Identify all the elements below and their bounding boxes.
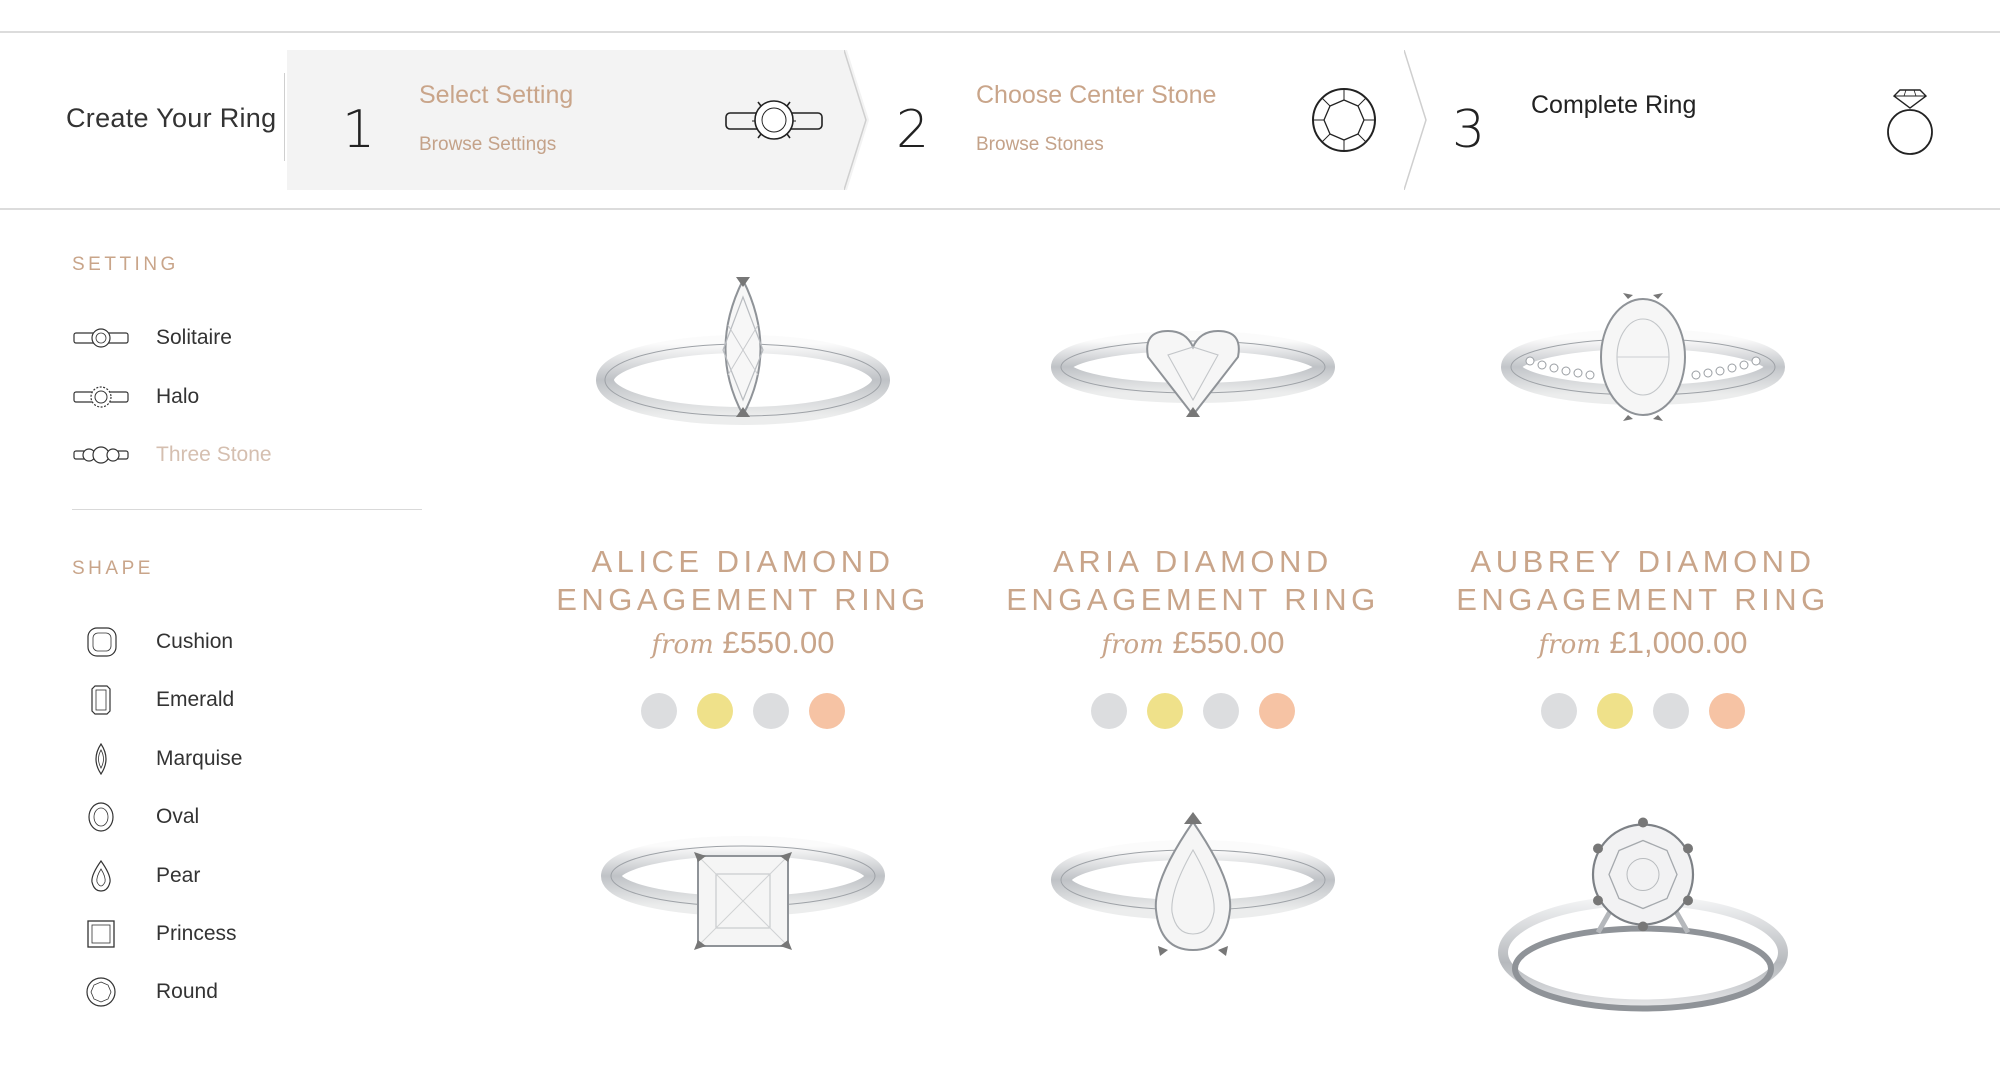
filter-shape-oval[interactable]: Oval	[72, 797, 402, 837]
price-prefix: from	[651, 630, 714, 660]
step-chevron-icon	[844, 50, 869, 190]
step-chevron-icon	[1404, 50, 1427, 190]
cushion-icon	[87, 627, 117, 657]
builder-title: Create Your Ring	[66, 103, 277, 133]
product-card[interactable]: ARIA DIAMOND ENGAGEMENT RING from £550.0…	[978, 275, 1408, 745]
filter-label: Princess	[156, 922, 237, 945]
filter-setting-halo[interactable]: Halo	[72, 377, 402, 417]
product-card[interactable]	[1428, 795, 1858, 1070]
setting-heading: SETTING	[72, 254, 179, 275]
filter-label: Pear	[156, 864, 201, 887]
filter-label: Round	[156, 980, 218, 1003]
filter-shape-cushion[interactable]: Cushion	[72, 622, 402, 662]
product-name-line: ENGAGEMENT RING	[1456, 582, 1830, 617]
product-card[interactable]	[978, 810, 1408, 1070]
round-diamond-icon	[1312, 88, 1376, 152]
filter-label: Solitaire	[156, 326, 232, 349]
swatch-rose-gold[interactable]	[1709, 693, 1745, 729]
swatch-white-gold[interactable]	[753, 693, 789, 729]
price-prefix: from	[1101, 630, 1164, 660]
three-stone-icon	[73, 446, 129, 464]
swatch-platinum[interactable]	[1541, 693, 1577, 729]
product-name-line: AUBREY DIAMOND	[1470, 544, 1816, 579]
step-complete-ring[interactable]: 3 Complete Ring	[1430, 50, 1960, 190]
product-card[interactable]: ALICE DIAMOND ENGAGEMENT RING from £550.…	[528, 275, 958, 745]
builder-divider	[284, 73, 285, 161]
filter-setting-three-stone[interactable]: Three Stone	[72, 435, 402, 475]
product-name[interactable]: AUBREY DIAMOND ENGAGEMENT RING	[1428, 543, 1858, 619]
product-image	[1498, 817, 1788, 1012]
product-price: from £550.00	[528, 625, 958, 661]
step-subtitle[interactable]: Browse Stones	[976, 134, 1104, 156]
shape-heading: SHAPE	[72, 558, 154, 579]
ring-setting-icon	[725, 100, 823, 140]
metal-swatches	[528, 693, 958, 729]
finished-ring-icon	[1887, 89, 1933, 155]
swatch-platinum[interactable]	[1091, 693, 1127, 729]
product-name-line: ENGAGEMENT RING	[556, 582, 930, 617]
filter-shape-pear[interactable]: Pear	[72, 856, 402, 896]
step-title: Complete Ring	[1531, 91, 1697, 119]
product-image	[1051, 329, 1335, 417]
filter-shape-princess[interactable]: Princess	[72, 914, 402, 954]
filter-shape-round[interactable]: Round	[72, 972, 402, 1012]
step-number: 3	[1452, 100, 1486, 160]
swatch-yellow-gold[interactable]	[1147, 693, 1183, 729]
filter-label: Oval	[156, 805, 200, 828]
emerald-icon	[91, 685, 111, 715]
step-number: 2	[896, 100, 930, 160]
filter-label: Three Stone	[156, 443, 272, 466]
sidebar-divider	[72, 509, 422, 510]
oval-icon	[88, 802, 114, 832]
filter-shape-marquise[interactable]: Marquise	[72, 739, 402, 779]
ring-builder-steps: Create Your Ring 1 Select Setting Browse…	[0, 33, 2000, 210]
product-price: from £550.00	[978, 625, 1408, 661]
step-select-setting[interactable]: 1 Select Setting Browse Settings	[287, 50, 877, 190]
product-name[interactable]: ARIA DIAMOND ENGAGEMENT RING	[978, 543, 1408, 619]
product-image	[1501, 293, 1785, 421]
filter-setting-solitaire[interactable]: Solitaire	[72, 318, 402, 358]
solitaire-icon	[73, 328, 129, 348]
step-choose-stone[interactable]: 2 Choose Center Stone Browse Stones	[880, 50, 1427, 190]
step-number: 1	[342, 100, 376, 160]
swatch-yellow-gold[interactable]	[697, 693, 733, 729]
filter-label: Marquise	[156, 747, 243, 770]
product-card[interactable]	[528, 810, 958, 1070]
product-price: from £1,000.00	[1428, 625, 1858, 661]
step-subtitle[interactable]: Browse Settings	[419, 134, 556, 156]
price-value: £550.00	[1172, 625, 1285, 660]
filter-label: Halo	[156, 385, 200, 408]
step-title: Choose Center Stone	[976, 81, 1217, 109]
price-value: £550.00	[722, 625, 835, 660]
product-image	[1051, 812, 1335, 956]
princess-icon	[87, 920, 115, 948]
metal-swatches	[978, 693, 1408, 729]
product-name-line: ARIA DIAMOND	[1053, 544, 1333, 579]
halo-icon	[73, 386, 129, 408]
price-value: £1,000.00	[1609, 625, 1748, 660]
swatch-platinum[interactable]	[641, 693, 677, 729]
product-name-line: ALICE DIAMOND	[591, 544, 895, 579]
pear-icon	[91, 860, 111, 892]
product-image	[601, 836, 885, 950]
product-image	[596, 277, 890, 425]
filter-label: Cushion	[156, 630, 234, 653]
product-name-line: ENGAGEMENT RING	[1006, 582, 1380, 617]
marquise-icon	[95, 743, 107, 775]
swatch-white-gold[interactable]	[1203, 693, 1239, 729]
swatch-rose-gold[interactable]	[809, 693, 845, 729]
filter-label: Emerald	[156, 688, 235, 711]
swatch-rose-gold[interactable]	[1259, 693, 1295, 729]
swatch-white-gold[interactable]	[1653, 693, 1689, 729]
swatch-yellow-gold[interactable]	[1597, 693, 1633, 729]
price-prefix: from	[1538, 630, 1601, 660]
metal-swatches	[1428, 693, 1858, 729]
step-title: Select Setting	[419, 81, 574, 109]
round-icon	[86, 977, 116, 1007]
filter-shape-emerald[interactable]: Emerald	[72, 680, 402, 720]
product-name[interactable]: ALICE DIAMOND ENGAGEMENT RING	[528, 543, 958, 619]
product-card[interactable]: AUBREY DIAMOND ENGAGEMENT RING from £1,0…	[1428, 275, 1858, 745]
